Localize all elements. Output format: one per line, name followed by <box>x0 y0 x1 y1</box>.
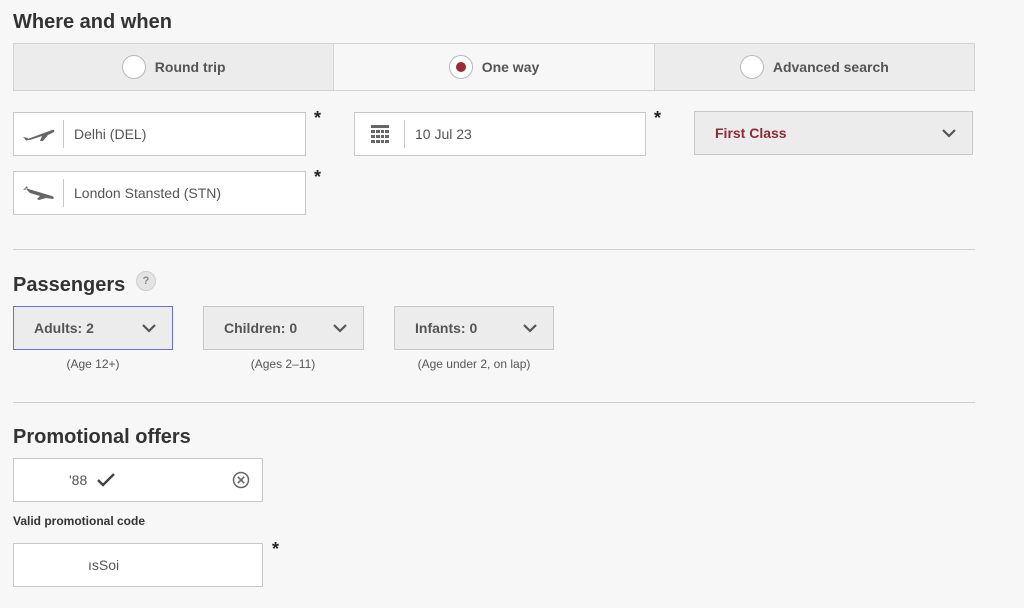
origin-field[interactable]: Delhi (DEL) <box>13 112 306 156</box>
trip-type-label: Advanced search <box>772 59 889 75</box>
required-marker: * <box>314 108 322 128</box>
destination-value: London Stansted (STN) <box>74 185 222 201</box>
where-when-heading: Where and when <box>13 11 172 33</box>
adults-age-note: (Age 12+) <box>66 357 120 371</box>
trip-type-round-trip[interactable]: Round trip <box>14 44 335 90</box>
checkmark-icon <box>97 473 116 487</box>
chevron-down-icon <box>333 324 347 333</box>
promo-code-input[interactable]: '88 <box>13 458 263 502</box>
origin-value: Delhi (DEL) <box>74 126 147 142</box>
required-marker: * <box>272 539 280 559</box>
promo-valid-message: Valid promotional code <box>13 514 146 528</box>
radio-round-trip[interactable] <box>121 55 146 79</box>
children-dropdown[interactable]: Children: 0 <box>203 306 364 350</box>
radio-advanced-search[interactable] <box>739 55 764 79</box>
destination-field[interactable]: London Stansted (STN) <box>13 171 306 215</box>
section-divider <box>13 249 975 250</box>
trip-type-label: Round trip <box>154 59 226 75</box>
clear-circle-icon[interactable] <box>232 471 250 489</box>
trip-type-one-way[interactable]: One way <box>334 44 655 90</box>
cabin-class-value: First Class <box>715 125 787 141</box>
chevron-down-icon <box>142 324 156 333</box>
promo-secondary-value: ısSoi <box>88 557 120 573</box>
adults-dropdown[interactable]: Adults: 2 <box>13 306 173 350</box>
passengers-help-icon[interactable]: ? <box>136 271 156 291</box>
date-field[interactable]: 10 Jul 23 <box>354 112 646 156</box>
required-marker: * <box>314 167 322 187</box>
calendar-icon <box>355 120 405 148</box>
plane-landing-icon <box>14 179 64 207</box>
infants-age-note: (Age under 2, on lap) <box>417 357 531 371</box>
promo-code-value: '88 <box>69 472 88 488</box>
promo-secondary-input[interactable]: ısSoi <box>13 543 263 587</box>
children-age-note: (Ages 2–11) <box>250 357 316 371</box>
adults-value: Adults: 2 <box>34 320 94 336</box>
date-value: 10 Jul 23 <box>415 126 472 142</box>
trip-type-selector: Round trip One way Advanced search <box>13 43 975 91</box>
passengers-heading: Passengers <box>13 274 126 296</box>
plane-takeoff-icon <box>14 120 64 148</box>
chevron-down-icon <box>523 324 537 333</box>
infants-dropdown[interactable]: Infants: 0 <box>394 306 554 350</box>
trip-type-label: One way <box>481 59 540 75</box>
radio-one-way[interactable] <box>448 55 473 79</box>
children-value: Children: 0 <box>224 320 298 336</box>
chevron-down-icon <box>942 129 956 138</box>
promo-heading: Promotional offers <box>13 426 191 448</box>
cabin-class-dropdown[interactable]: First Class <box>694 111 973 155</box>
section-divider <box>13 402 975 403</box>
trip-type-advanced-search[interactable]: Advanced search <box>655 44 974 90</box>
infants-value: Infants: 0 <box>415 320 478 336</box>
required-marker: * <box>654 108 662 128</box>
